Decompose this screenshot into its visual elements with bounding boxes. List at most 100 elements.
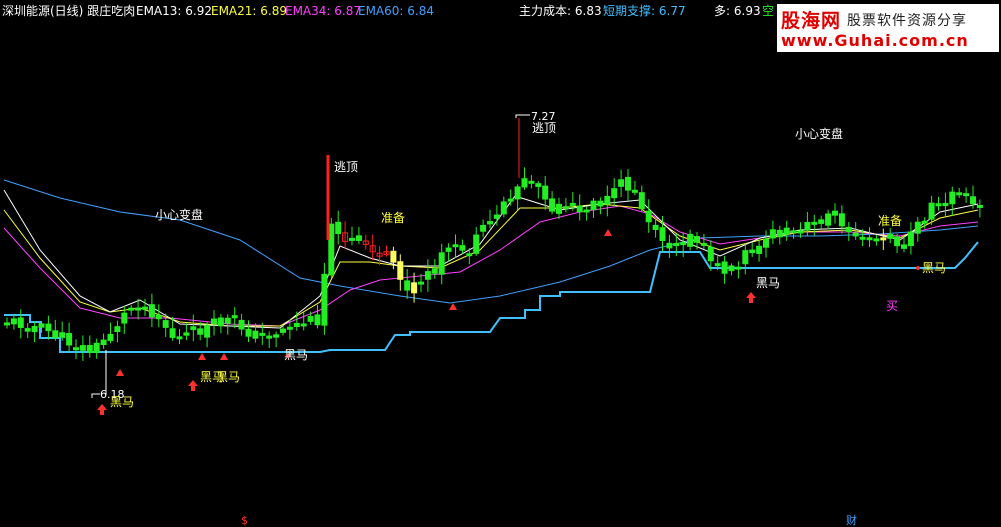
candle-body xyxy=(790,230,797,234)
candle-body xyxy=(142,306,148,310)
annotation-escape-2: 逃顶 xyxy=(532,121,556,135)
candle-body xyxy=(521,178,528,188)
candle-body xyxy=(335,221,342,235)
chart-title: 深圳能源(日线) 跟庄吃肉 xyxy=(2,3,135,19)
annotation-darkhorse-3: 黑马 xyxy=(216,370,240,384)
candle-body xyxy=(169,328,176,338)
candle-body xyxy=(963,193,970,197)
candle-body xyxy=(176,336,183,340)
candle-body xyxy=(707,246,714,262)
candle-body xyxy=(500,201,507,215)
signal-up-arrow xyxy=(97,404,107,415)
candle-body xyxy=(901,244,907,249)
candle-body xyxy=(66,333,73,346)
candle-body xyxy=(928,202,935,220)
candle-body xyxy=(873,238,880,242)
candle-body xyxy=(935,203,942,207)
ema60-line xyxy=(3,179,979,304)
signal-dot xyxy=(916,266,920,270)
candle-body xyxy=(700,242,707,246)
candle-body xyxy=(24,328,31,332)
candle-body xyxy=(314,314,321,326)
candle-body xyxy=(300,323,307,327)
annotation-bottom-dollar: $ xyxy=(241,514,248,527)
candle-body xyxy=(86,344,93,353)
candle-body xyxy=(687,233,694,247)
candle-body xyxy=(431,268,438,274)
candle-body xyxy=(307,315,314,322)
cost-readout: 主力成本: 6.83 xyxy=(519,4,602,18)
annotation-darkhorse-4: 黑马 xyxy=(284,348,308,362)
candle-body xyxy=(252,330,259,339)
candle-body xyxy=(783,227,790,235)
candle-body xyxy=(956,192,963,196)
candle-body xyxy=(604,195,611,205)
candle-body xyxy=(38,323,45,328)
signal-triangle xyxy=(198,353,206,360)
signal-triangle xyxy=(116,369,124,376)
candle-body xyxy=(445,247,452,252)
candle-body xyxy=(266,335,273,339)
candle-body xyxy=(549,198,556,212)
candle-body xyxy=(493,214,500,219)
candle-body xyxy=(769,229,776,239)
candle-body xyxy=(976,204,983,208)
candle-body xyxy=(507,198,514,202)
candle-body xyxy=(811,221,818,225)
candle-body xyxy=(645,210,652,223)
candle-body xyxy=(355,235,362,241)
candles xyxy=(4,118,983,395)
candle-body xyxy=(749,249,756,254)
ema60-readout: EMA60: 6.84 xyxy=(358,4,435,18)
candle-body xyxy=(259,332,266,336)
candle-body xyxy=(528,180,535,184)
short-readout: 空 xyxy=(762,4,775,18)
candle-body xyxy=(514,186,521,200)
candle-body xyxy=(459,245,466,251)
candle-body xyxy=(321,273,328,326)
candle-body xyxy=(825,213,832,226)
candle-body xyxy=(694,236,700,243)
candle-body xyxy=(473,234,480,254)
candle-body xyxy=(349,237,355,241)
candle-body xyxy=(949,191,956,205)
annotation-careful-2: 小心变盘 xyxy=(795,126,843,141)
candle-body xyxy=(217,317,224,327)
stock-title: 深圳能源(日线) xyxy=(2,4,84,18)
candle-body xyxy=(556,203,562,214)
candle-body xyxy=(121,312,128,324)
candle-body xyxy=(238,319,245,330)
candle-body xyxy=(970,196,976,205)
candle-body xyxy=(673,242,680,246)
candle-body xyxy=(542,185,549,200)
annotation-darkhorse-5: 黑马 xyxy=(756,276,780,290)
ema34-readout: EMA34: 6.87 xyxy=(285,4,362,18)
candle-body xyxy=(52,330,59,339)
annotation-prepare-1: 准备 xyxy=(381,211,405,225)
annotation-darkhorse-6: 黑马 xyxy=(922,261,946,275)
candle-body xyxy=(273,334,280,338)
candle-body xyxy=(611,188,618,199)
candle-body xyxy=(148,304,155,318)
candle-body xyxy=(583,209,590,213)
annotation-buy: 买 xyxy=(886,299,898,313)
candle-body xyxy=(631,189,638,193)
candle-body xyxy=(562,206,569,210)
candle-body xyxy=(4,322,10,326)
candle-body xyxy=(845,226,852,233)
candle-body xyxy=(286,326,293,330)
candle-body xyxy=(666,242,673,249)
candle-body xyxy=(894,236,901,247)
signal-triangle xyxy=(449,303,457,310)
candle-body xyxy=(190,326,197,331)
candle-body xyxy=(418,281,424,285)
candle-body xyxy=(224,317,231,324)
candle-body xyxy=(818,219,825,224)
candle-body xyxy=(466,253,473,257)
candle-body xyxy=(162,320,169,328)
candle-body xyxy=(797,230,804,234)
watermark-logo: 股海网 xyxy=(781,10,842,32)
candle-body xyxy=(107,333,114,341)
candle-body xyxy=(114,326,121,333)
candle-body xyxy=(31,326,38,333)
